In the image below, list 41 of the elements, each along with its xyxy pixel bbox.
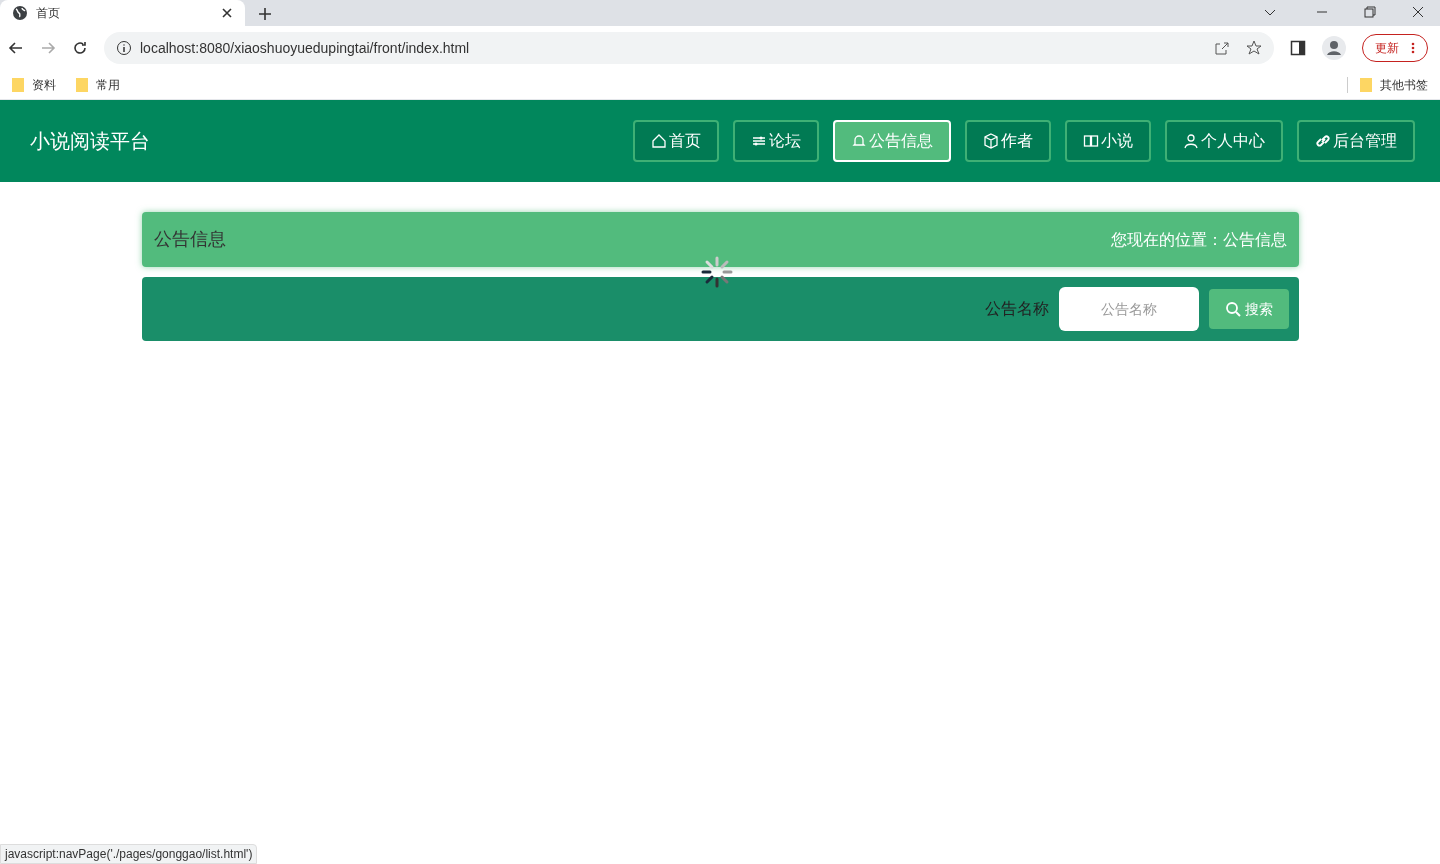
side-panel-icon[interactable] (1290, 40, 1306, 56)
folder-icon (12, 76, 24, 93)
more-icon (1411, 42, 1415, 54)
page-title: 公告信息 (153, 228, 226, 251)
folder-icon (1360, 76, 1372, 93)
profile-icon[interactable] (1322, 36, 1346, 60)
address-bar[interactable]: localhost:8080/xiaoshuoyuedupingtai/front/index.html (104, 32, 1274, 64)
bookmark[interactable]: 常用 (76, 76, 120, 93)
folder-icon (76, 76, 88, 93)
nav-button[interactable]: 首页 (633, 120, 719, 162)
nav-button[interactable]: 论坛 (733, 120, 819, 162)
bell-icon (851, 133, 867, 149)
search-icon (1224, 301, 1241, 317)
bookmark[interactable]: 其他书签 (1360, 76, 1428, 93)
nav-button[interactable]: 作者 (965, 120, 1051, 162)
back-icon[interactable] (8, 40, 24, 56)
reload-icon[interactable] (72, 40, 88, 56)
new-tab-icon[interactable] (257, 6, 273, 22)
star-icon[interactable] (1246, 40, 1262, 56)
cube-icon (983, 133, 999, 149)
link-icon (1315, 133, 1331, 149)
user-icon (1183, 133, 1199, 149)
breadcrumb: 您现在的位置：公告信息 (1110, 229, 1287, 250)
status-bar-url: javascript:navPage('./pages/gonggao/list.html') (0, 844, 258, 864)
nav-button[interactable]: 后台管理 (1297, 120, 1415, 162)
close-tab-icon[interactable] (221, 7, 233, 19)
search-field[interactable]: 公告名称 (1058, 287, 1199, 331)
loading-spinner-icon (701, 256, 733, 288)
bookmark[interactable]: 资料 (12, 76, 56, 93)
info-icon (116, 40, 132, 56)
book-icon (1083, 133, 1099, 149)
nav-button[interactable]: 小说 (1065, 120, 1151, 162)
home-icon (651, 133, 667, 149)
share-icon[interactable] (1214, 40, 1230, 56)
url-text: localhost:8080/xiaoshuoyuedupingtai/front/index.html (140, 38, 471, 58)
globe-icon (12, 5, 28, 21)
search-label: 公告名称 (984, 299, 1049, 319)
nav-button[interactable]: 个人中心 (1165, 120, 1283, 162)
restore-icon[interactable] (1364, 6, 1376, 18)
site-title[interactable]: 小说阅读平台 (30, 126, 633, 156)
close-icon[interactable] (1412, 6, 1424, 18)
